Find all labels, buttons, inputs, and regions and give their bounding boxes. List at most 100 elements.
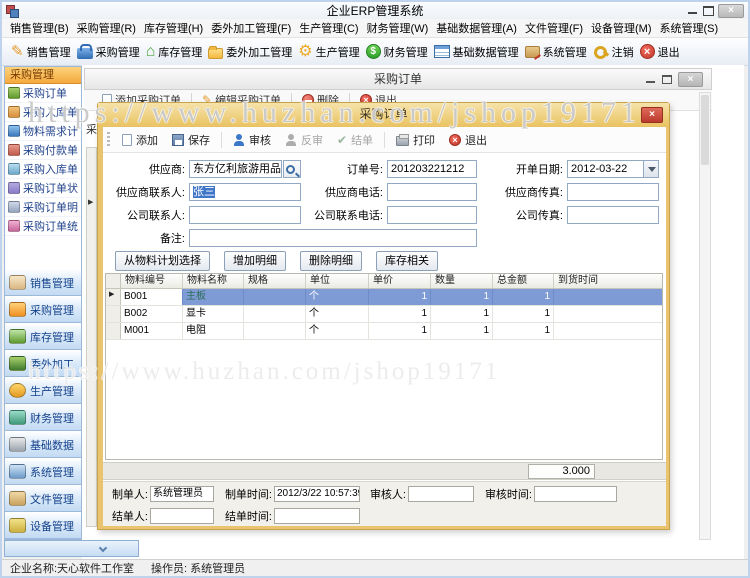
menu-item-files[interactable]: 文件管理(F) [521, 20, 587, 36]
supplier-fax-field[interactable] [567, 183, 659, 201]
sidebar-group-basedata[interactable]: 基础数据 [5, 431, 81, 458]
minimize-button[interactable] [687, 5, 699, 17]
table-cell[interactable]: 1 [369, 289, 431, 305]
auditor-field[interactable] [408, 486, 474, 502]
make-time-field[interactable]: 2012/3/22 10:57:39 [274, 486, 360, 502]
toolbar-button-purchase[interactable]: 采购管理 [74, 42, 143, 62]
sidebar-group-sales[interactable]: 销售管理 [5, 269, 81, 296]
table-cell[interactable]: 1 [493, 323, 554, 339]
child-close-button[interactable]: × [678, 72, 703, 87]
sidebar-group-files[interactable]: 文件管理 [5, 485, 81, 512]
table-cell[interactable]: 个 [306, 323, 369, 339]
sidebar-item-purchase-inbound[interactable]: 采购入库单 [5, 103, 81, 122]
company-phone-field[interactable] [387, 206, 477, 224]
toolbar-button-production[interactable]: ⚙生产管理 [295, 42, 362, 62]
sidebar-group-purchase[interactable]: 采购管理 [5, 296, 81, 323]
add-detail-button[interactable]: 增加明细 [224, 251, 286, 271]
vertical-scrollbar[interactable] [699, 92, 711, 540]
table-cell[interactable]: 1 [431, 289, 493, 305]
menu-item-stock[interactable]: 库存管理(H) [140, 20, 207, 36]
table-row[interactable]: B002 显卡 个 1 1 1 [106, 306, 662, 323]
table-cell[interactable] [244, 323, 306, 339]
audit-time-field[interactable] [534, 486, 617, 502]
table-cell[interactable]: 电阻 [183, 323, 244, 339]
sidebar-item-material-requirement[interactable]: 物料需求计 [5, 122, 81, 141]
toolbar-button-logout[interactable]: 注销 [590, 42, 637, 62]
row-header[interactable] [106, 306, 121, 322]
table-cell[interactable]: 1 [493, 289, 554, 305]
table-cell[interactable] [554, 289, 662, 305]
toolbar-button-basedata[interactable]: 基础数据管理 [431, 42, 522, 62]
sidebar-item-purchase-inbound-query[interactable]: 采购入库单 [5, 160, 81, 179]
scrollbar-thumb[interactable] [701, 95, 709, 165]
maximize-button[interactable] [703, 6, 714, 16]
menu-item-outsource[interactable]: 委外加工管理(F) [207, 20, 295, 36]
table-cell[interactable]: B002 [121, 306, 183, 322]
sidebar-item-purchase-order[interactable]: 采购订单 [5, 84, 81, 103]
table-row[interactable]: B001 主板 个 1 1 1 [106, 289, 662, 306]
table-cell[interactable] [244, 306, 306, 322]
sidebar-group-finance[interactable]: 财务管理 [5, 404, 81, 431]
table-cell[interactable]: 1 [431, 323, 493, 339]
sidebar-group-outsource[interactable]: 委外加工 [5, 350, 81, 377]
exit-dialog-button[interactable]: 退出 [443, 130, 493, 150]
dialog-close-button[interactable]: × [641, 107, 663, 123]
company-fax-field[interactable] [567, 206, 659, 224]
table-cell[interactable]: 1 [369, 306, 431, 322]
table-cell[interactable] [554, 306, 662, 322]
toolbar-button-stock[interactable]: ⌂库存管理 [143, 42, 206, 62]
table-cell[interactable]: 1 [431, 306, 493, 322]
audit-button[interactable]: 审核 [227, 130, 277, 150]
remark-field[interactable] [189, 229, 477, 247]
print-button[interactable]: 打印 [390, 130, 441, 150]
table-cell[interactable]: B001 [121, 289, 183, 305]
closer-field[interactable] [150, 508, 214, 524]
toolbar-button-system[interactable]: 系统管理 [522, 42, 590, 62]
column-header[interactable]: 单价 [369, 274, 431, 288]
close-button[interactable]: × [718, 4, 744, 18]
stock-related-button[interactable]: 库存相关 [376, 251, 438, 271]
row-header[interactable] [106, 323, 121, 339]
sidebar-item-order-status[interactable]: 采购订单状 [5, 179, 81, 198]
column-header[interactable]: 总金额 [493, 274, 554, 288]
sidebar-item-order-detail[interactable]: 采购订单明 [5, 198, 81, 217]
sidebar-group-device[interactable]: 设备管理 [5, 512, 81, 539]
delete-detail-button[interactable]: 删除明细 [300, 251, 362, 271]
menu-item-sales[interactable]: 销售管理(B) [6, 20, 73, 36]
supplier-lookup-button[interactable] [283, 160, 301, 178]
sidebar-item-purchase-payment[interactable]: 采购付款单 [5, 141, 81, 160]
table-cell[interactable] [244, 289, 306, 305]
order-no-field[interactable]: 201203221212 [387, 160, 477, 178]
menu-item-basedata[interactable]: 基础数据管理(A) [432, 20, 521, 36]
table-cell[interactable]: 1 [493, 306, 554, 322]
menu-item-purchase[interactable]: 采购管理(R) [73, 20, 140, 36]
toolbar-button-exit[interactable]: 退出 [637, 42, 683, 62]
column-header[interactable]: 数量 [431, 274, 493, 288]
sidebar-item-order-stats[interactable]: 采购订单统 [5, 217, 81, 236]
menu-item-finance[interactable]: 财务管理(W) [363, 20, 433, 36]
table-cell[interactable]: 个 [306, 306, 369, 322]
supplier-field[interactable]: 东方亿利旅游用品有限公 [189, 160, 282, 178]
toolbar-button-finance[interactable]: 财务管理 [363, 42, 431, 62]
table-cell[interactable]: 主板 [183, 289, 244, 305]
table-row[interactable]: M001 电阻 个 1 1 1 [106, 323, 662, 340]
table-cell[interactable]: M001 [121, 323, 183, 339]
table-cell[interactable] [554, 323, 662, 339]
menu-item-system[interactable]: 系统管理(S) [656, 20, 723, 36]
table-cell[interactable]: 个 [306, 289, 369, 305]
menu-item-device[interactable]: 设备管理(M) [587, 20, 656, 36]
column-header[interactable]: 物料名称 [183, 274, 244, 288]
child-minimize-button[interactable] [646, 75, 656, 85]
maker-field[interactable]: 系统管理员 [150, 486, 214, 502]
column-header[interactable]: 物料编号 [121, 274, 183, 288]
chevron-down-icon[interactable] [99, 544, 107, 552]
dropdown-arrow-icon[interactable] [643, 161, 658, 177]
supplier-phone-field[interactable] [387, 183, 477, 201]
select-from-material-plan-button[interactable]: 从物料计划选择 [115, 251, 210, 271]
toolbar-button-outsource[interactable]: 委外加工管理 [205, 42, 295, 62]
sidebar-group-production[interactable]: 生产管理 [5, 377, 81, 404]
menu-item-production[interactable]: 生产管理(C) [295, 20, 362, 36]
child-maximize-button[interactable] [662, 75, 672, 84]
sidebar-group-system[interactable]: 系统管理 [5, 458, 81, 485]
table-cell[interactable]: 显卡 [183, 306, 244, 322]
